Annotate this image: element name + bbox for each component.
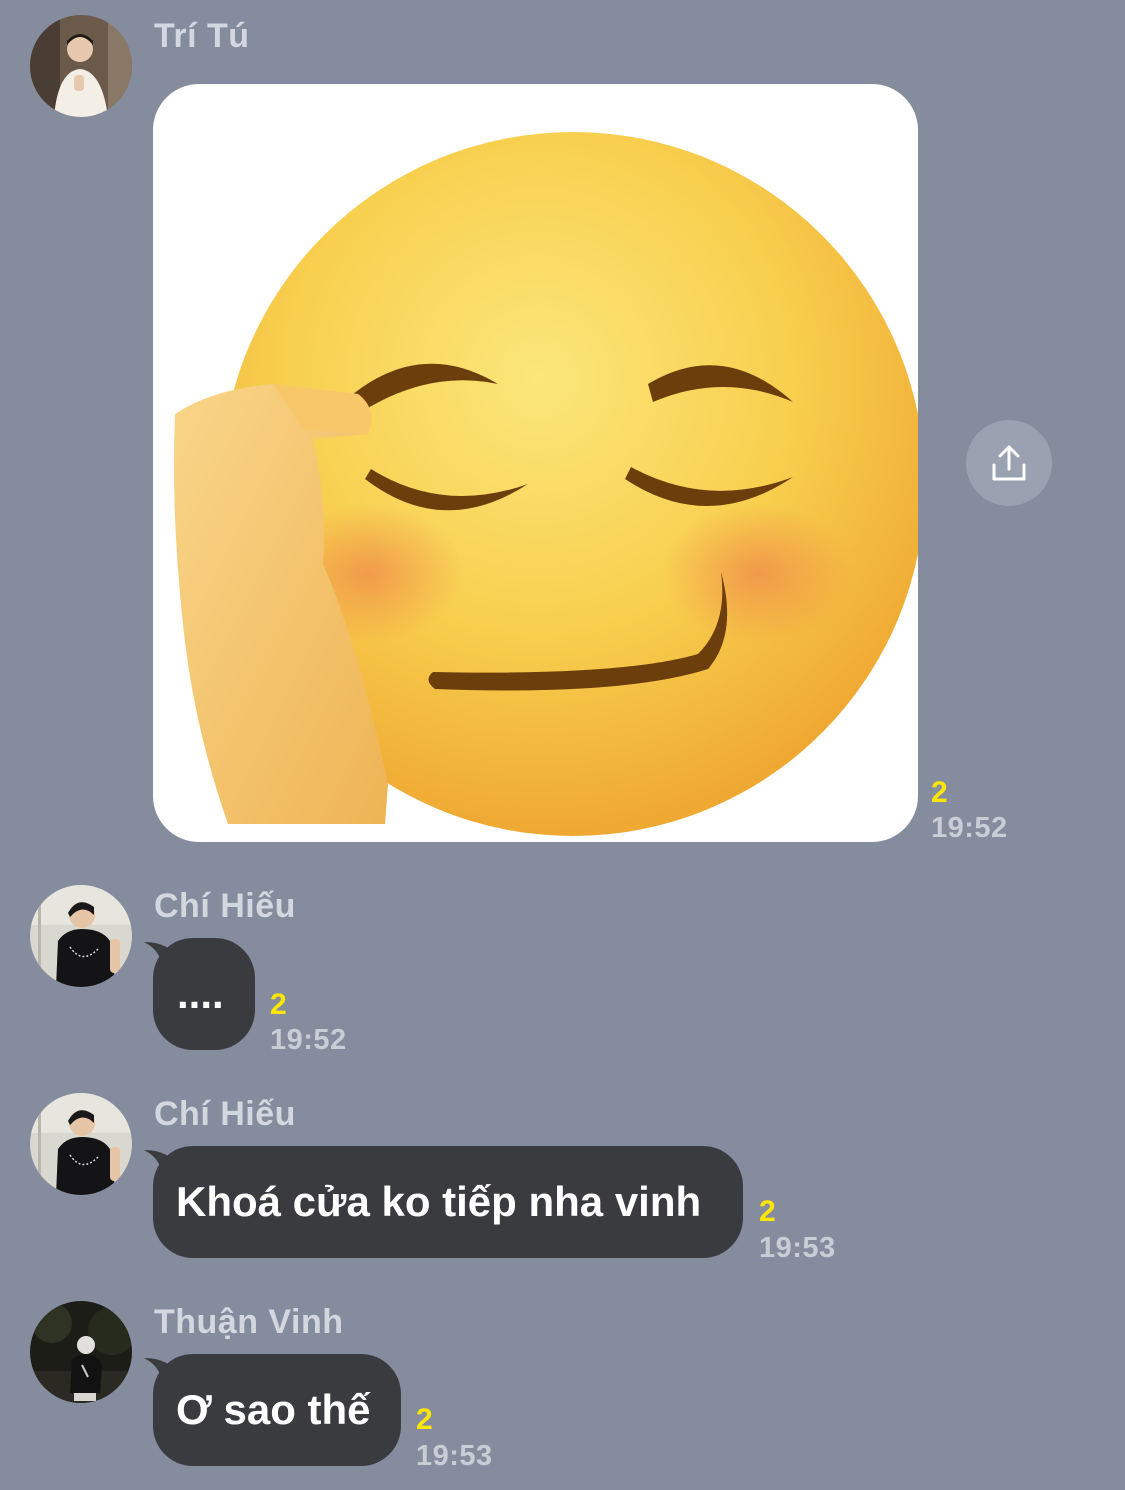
read-count: 2 [931, 776, 948, 809]
message-sticker: Trí Tú 2 19:52 [0, 0, 1125, 860]
message-bubble[interactable]: Khoá cửa ko tiếp nha vinh [153, 1146, 743, 1258]
message-time: 19:53 [416, 1440, 493, 1472]
sender-name: Chí Hiếu [154, 1095, 296, 1133]
share-icon [992, 445, 1026, 481]
message-text: Ơ sao thế [176, 1386, 371, 1433]
sender-name: Chí Hiếu [154, 887, 296, 925]
message-bubble[interactable]: .... [153, 938, 255, 1050]
read-count: 2 [270, 988, 287, 1021]
sender-name: Trí Tú [154, 17, 250, 55]
message-time: 19:52 [270, 1024, 347, 1056]
avatar[interactable] [30, 15, 132, 117]
chat-view: Trí Tú 2 19:52 Chí Hiếu .... 2 19:52 Chí… [0, 0, 1125, 1490]
read-count: 2 [759, 1195, 776, 1228]
avatar[interactable] [30, 885, 132, 987]
avatar[interactable] [30, 1093, 132, 1195]
message-text: Khoá cửa ko tiếp nha vinh [176, 1178, 702, 1225]
smirk-salute-emoji-icon [174, 132, 918, 836]
sender-name: Thuận Vinh [154, 1303, 344, 1341]
message-time: 19:52 [931, 812, 1008, 844]
message-time: 19:53 [759, 1232, 836, 1264]
avatar[interactable] [30, 1301, 132, 1403]
message-text: .... [177, 970, 224, 1017]
sticker-image[interactable] [153, 84, 918, 842]
read-count: 2 [416, 1403, 433, 1436]
share-button[interactable] [966, 420, 1052, 506]
message-bubble[interactable]: Ơ sao thế [153, 1354, 401, 1466]
